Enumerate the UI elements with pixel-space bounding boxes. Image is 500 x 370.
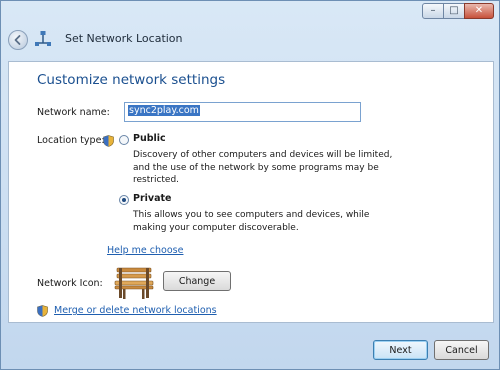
public-option-title: Public [133,133,166,144]
bench-icon [114,267,154,299]
public-radio[interactable] [119,135,129,145]
merge-delete-locations-link[interactable]: Merge or delete network locations [54,305,217,316]
cancel-button[interactable]: Cancel [434,340,489,360]
change-icon-button[interactable]: Change [163,271,231,291]
minimize-button[interactable]: – [422,3,444,19]
content-panel: Customize network settings Network name:… [8,61,494,323]
back-arrow-icon [14,35,21,45]
public-option-description: Discovery of other computers and devices… [133,150,393,185]
network-name-label: Network name: [37,107,110,118]
maximize-button[interactable]: □ [443,3,465,19]
private-radio[interactable] [119,195,129,205]
network-icon [35,31,51,46]
network-name-input[interactable]: sync2play.com [124,102,361,122]
close-button[interactable]: ✕ [464,3,494,19]
footer-bar: Next Cancel [8,323,494,363]
location-type-label: Location type: [37,135,105,146]
shield-icon [103,135,114,147]
set-network-location-window: Set Network Location – □ ✕ Customize net… [0,0,500,370]
network-name-value: sync2play.com [128,105,200,116]
page-heading: Customize network settings [37,72,226,88]
title-bar: Set Network Location – □ ✕ [1,1,499,61]
private-option-title: Private [133,193,172,204]
shield-icon [37,305,48,317]
network-icon-label: Network Icon: [37,278,103,289]
window-title: Set Network Location [65,32,183,45]
help-me-choose-link[interactable]: Help me choose [107,245,183,256]
private-option-description: This allows you to see computers and dev… [133,210,370,233]
back-button[interactable] [8,30,28,50]
next-button[interactable]: Next [373,340,428,360]
